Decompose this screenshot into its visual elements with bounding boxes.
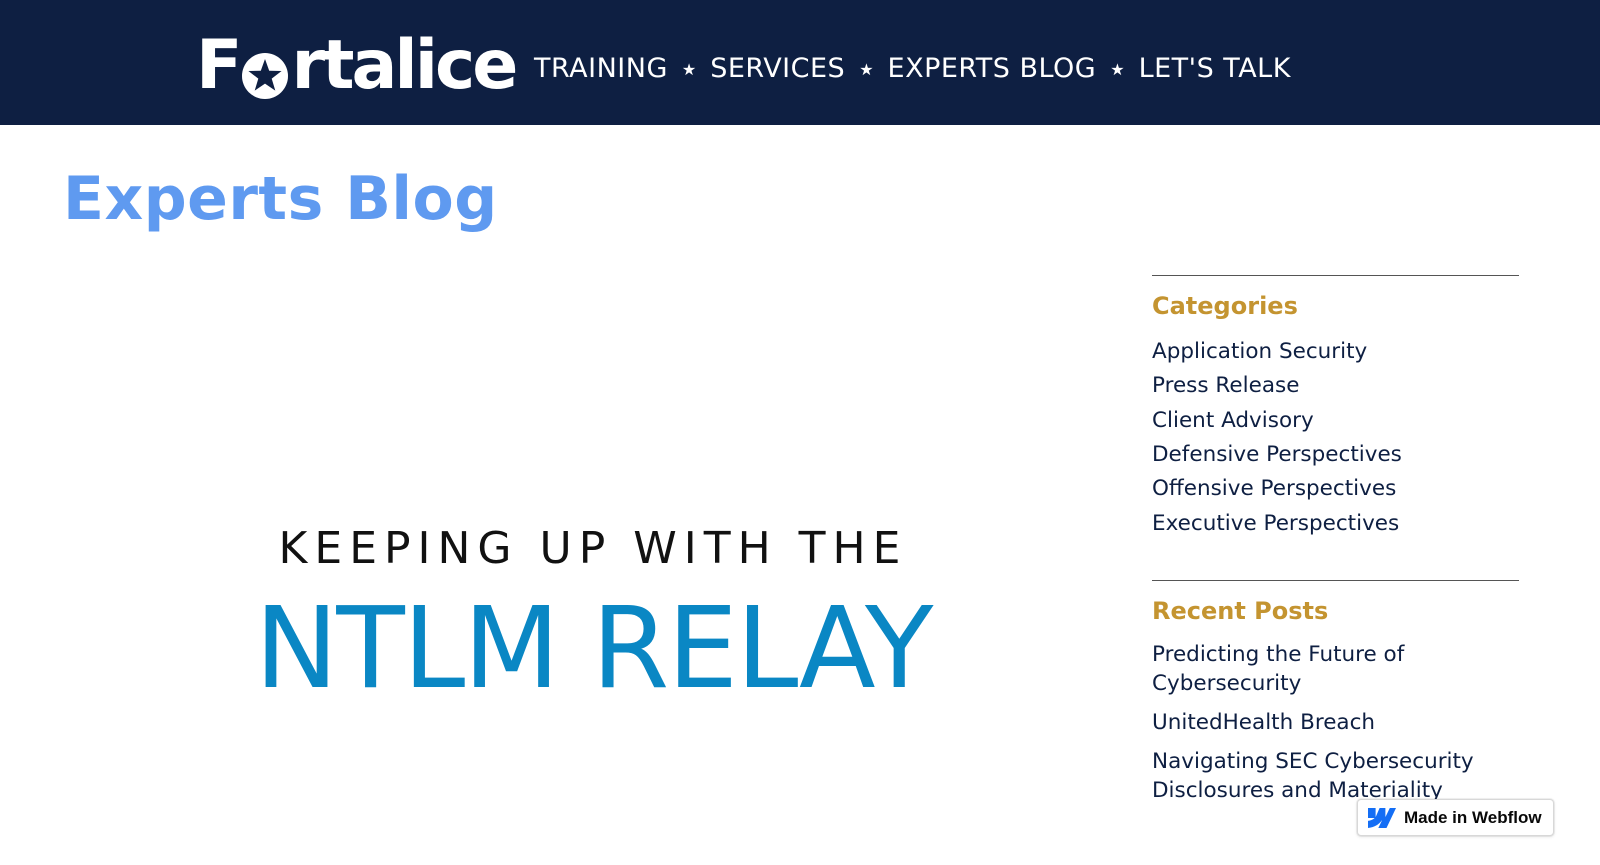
webflow-logo-icon — [1368, 807, 1396, 828]
page-title: Experts Blog — [63, 164, 498, 234]
nav-services[interactable]: SERVICES — [710, 53, 845, 84]
star-separator-icon: ★ — [1110, 59, 1125, 79]
recent-post-link[interactable]: Navigating SEC Cybersecurity Disclosures… — [1152, 747, 1519, 805]
category-executive-perspectives[interactable]: Executive Perspectives — [1152, 507, 1519, 541]
featured-post-image[interactable]: KEEPING UP WITH THE NTLM RELAY — [63, 275, 1113, 865]
webflow-badge-label: Made in Webflow — [1404, 807, 1542, 827]
categories-section: Categories Application Security Press Re… — [1152, 275, 1519, 541]
featured-post-kicker: KEEPING UP WITH THE — [278, 523, 908, 574]
logo-star-icon — [240, 45, 290, 99]
category-application-security[interactable]: Application Security — [1152, 335, 1519, 369]
made-in-webflow-badge[interactable]: Made in Webflow — [1357, 799, 1554, 836]
category-defensive-perspectives[interactable]: Defensive Perspectives — [1152, 438, 1519, 472]
main-nav: TRAINING ★ SERVICES ★ EXPERTS BLOG ★ LET… — [534, 48, 1291, 88]
logo-text-end: rtalice — [291, 26, 518, 105]
category-offensive-perspectives[interactable]: Offensive Perspectives — [1152, 472, 1519, 506]
nav-lets-talk[interactable]: LET'S TALK — [1139, 53, 1291, 84]
site-header: F rtalice TRAINING ★ SERVICES ★ EXPERTS … — [0, 0, 1600, 125]
recent-post-link[interactable]: UnitedHealth Breach — [1152, 708, 1519, 737]
recent-post-link[interactable]: Predicting the Future of Cybersecurity — [1152, 640, 1519, 698]
recent-posts-heading: Recent Posts — [1152, 597, 1329, 626]
fortalice-logo[interactable]: F rtalice — [196, 26, 518, 105]
star-separator-icon: ★ — [859, 59, 874, 79]
sidebar: Categories Application Security Press Re… — [1152, 275, 1519, 815]
categories-heading: Categories — [1152, 292, 1298, 320]
logo-text-start: F — [196, 26, 242, 105]
nav-training[interactable]: TRAINING — [534, 53, 668, 84]
featured-post-headline: NTLM RELAY — [254, 584, 934, 714]
category-press-release[interactable]: Press Release — [1152, 369, 1519, 403]
categories-list: Application Security Press Release Clien… — [1152, 335, 1519, 541]
category-client-advisory[interactable]: Client Advisory — [1152, 404, 1519, 438]
recent-posts-list: Predicting the Future of Cybersecurity U… — [1152, 640, 1519, 805]
nav-experts-blog[interactable]: EXPERTS BLOG — [888, 53, 1097, 84]
star-separator-icon: ★ — [681, 59, 697, 79]
recent-posts-section: Recent Posts Predicting the Future of Cy… — [1152, 580, 1519, 805]
